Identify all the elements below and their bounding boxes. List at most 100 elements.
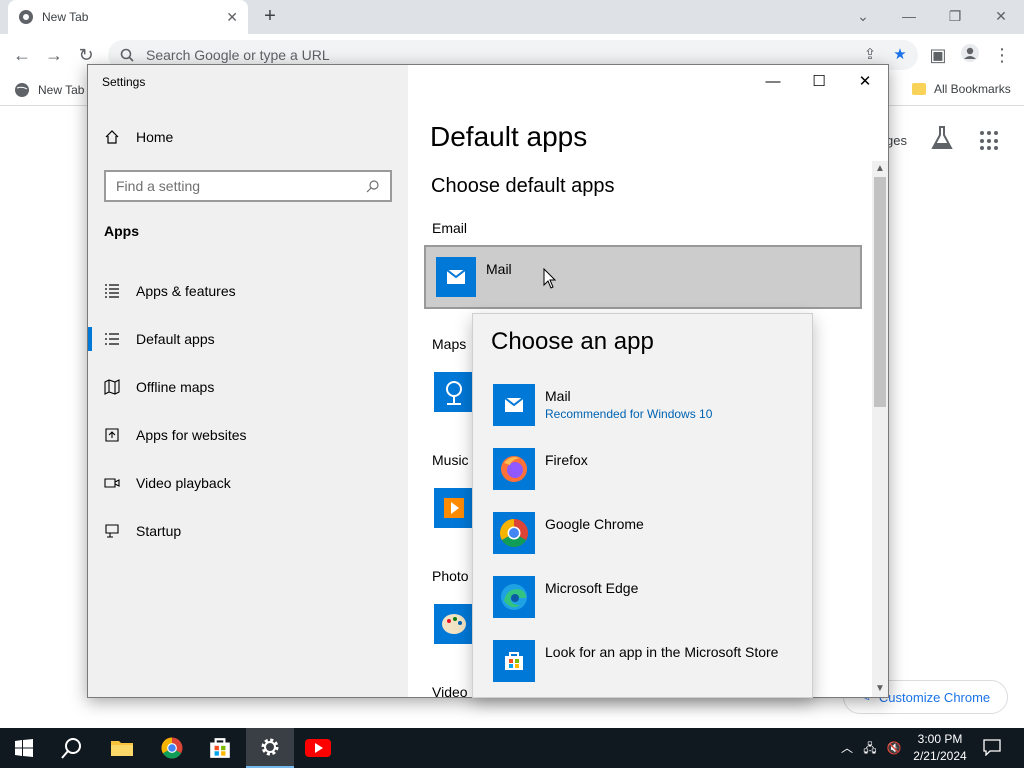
clock-date: 2/21/2024 (913, 749, 967, 763)
tab-search-icon[interactable]: ⌄ (849, 4, 877, 28)
all-bookmarks[interactable]: All Bookmarks (912, 82, 1011, 96)
photo-app-icon[interactable] (434, 604, 474, 644)
bookmark-new-tab[interactable]: New Tab (14, 82, 84, 98)
option-name: Google Chrome (545, 516, 644, 532)
sidebar-item-offline-maps[interactable]: Offline maps (88, 367, 408, 407)
chrome-taskbar-button[interactable] (148, 728, 196, 768)
startup-icon (105, 524, 119, 538)
option-firefox[interactable]: Firefox (493, 448, 793, 492)
sidebar-item-label: Startup (136, 523, 182, 539)
default-email-app-button[interactable]: Mail (424, 245, 862, 309)
browser-minimize-icon[interactable]: — (895, 4, 923, 28)
taskbar-clock[interactable]: 3:00 PM 2/21/2024 (906, 731, 974, 765)
images-link[interactable]: ges (886, 133, 907, 148)
option-microsoft-edge[interactable]: Microsoft Edge (493, 576, 793, 620)
settings-minimize-icon[interactable]: — (750, 67, 796, 97)
all-bookmarks-label: All Bookmarks (934, 82, 1011, 96)
browser-tab[interactable]: New Tab ✕ (8, 0, 248, 34)
folder-icon (912, 83, 926, 95)
settings-taskbar-button[interactable] (246, 728, 294, 768)
browser-restore-icon[interactable]: ❐ (941, 4, 969, 28)
edge-icon (493, 576, 535, 618)
video-icon (104, 478, 120, 488)
bookmark-star-icon[interactable]: ★ (888, 43, 912, 67)
side-panel-icon[interactable]: ▣ (926, 43, 950, 67)
browser-close-icon[interactable]: ✕ (987, 4, 1015, 28)
store-icon (210, 738, 230, 758)
list-icon (105, 284, 119, 298)
sidebar-item-apps-for-websites[interactable]: Apps for websites (88, 415, 408, 455)
section-heading: Choose default apps (431, 175, 615, 197)
youtube-taskbar-button[interactable] (294, 728, 342, 768)
find-setting-input[interactable]: Find a setting (104, 170, 392, 202)
taskbar: ︿ 🖧 🔇 3:00 PM 2/21/2024 (0, 728, 1024, 768)
page-title: Default apps (430, 121, 588, 152)
store-taskbar-button[interactable] (196, 728, 244, 768)
network-icon[interactable]: 🖧 (860, 738, 880, 758)
gear-icon (261, 738, 279, 756)
sidebar-home[interactable]: Home (104, 129, 173, 145)
browser-menu-icon[interactable]: ⋮ (990, 43, 1014, 67)
maps-app-icon[interactable] (434, 372, 474, 412)
show-hidden-icons-icon[interactable]: ︿ (837, 738, 857, 758)
firefox-icon (493, 448, 535, 490)
scroll-down-icon[interactable]: ▼ (872, 681, 888, 697)
google-apps-icon[interactable] (980, 131, 1000, 151)
volume-muted-icon[interactable]: 🔇 (884, 738, 904, 758)
chrome-icon (161, 737, 183, 759)
mail-icon (493, 384, 535, 426)
profile-avatar-icon[interactable] (958, 43, 982, 67)
chrome-icon (493, 512, 535, 554)
sidebar-item-label: Apps for websites (136, 427, 247, 443)
option-name: Mail (545, 388, 571, 404)
start-button[interactable] (0, 728, 48, 768)
windows-logo-icon (15, 739, 33, 757)
option-microsoft-store[interactable]: Look for an app in the Microsoft Store (493, 640, 793, 684)
option-name: Microsoft Edge (545, 580, 639, 596)
sidebar-item-label: Default apps (136, 331, 215, 347)
settings-sidebar: Settings Home Find a setting Apps Apps &… (88, 65, 408, 697)
omnibox-placeholder: Search Google or type a URL (146, 47, 330, 63)
chrome-favicon-icon (19, 10, 33, 24)
customize-chrome-label: Customize Chrome (878, 689, 991, 705)
choose-app-flyout: Choose an app Mail Recommended for Windo… (472, 313, 813, 698)
sidebar-item-label: Apps & features (136, 283, 236, 299)
option-recommendation: Recommended for Windows 10 (545, 407, 713, 421)
sidebar-item-video-playback[interactable]: Video playback (88, 463, 408, 503)
scroll-up-icon[interactable]: ▲ (872, 161, 888, 177)
back-icon[interactable]: ← (10, 43, 34, 67)
sidebar-item-startup[interactable]: Startup (88, 511, 408, 551)
option-name: Firefox (545, 452, 588, 468)
option-mail[interactable]: Mail Recommended for Windows 10 (493, 384, 793, 428)
scroll-thumb[interactable] (874, 177, 886, 407)
tab-close-icon[interactable]: ✕ (226, 9, 238, 26)
file-explorer-button[interactable] (98, 728, 146, 768)
option-name: Look for an app in the Microsoft Store (545, 644, 779, 660)
flyout-title: Choose an app (491, 328, 654, 355)
settings-close-icon[interactable]: ✕ (842, 67, 888, 97)
sidebar-item-default-apps[interactable]: Default apps (88, 319, 408, 359)
new-tab-button[interactable]: + (258, 4, 282, 28)
tab-title: New Tab (42, 10, 89, 24)
option-google-chrome[interactable]: Google Chrome (493, 512, 793, 556)
home-icon (105, 130, 119, 144)
settings-maximize-icon[interactable]: ☐ (796, 67, 842, 97)
sidebar-item-apps-features[interactable]: Apps & features (88, 271, 408, 311)
notifications-icon[interactable] (982, 738, 1002, 758)
store-icon (493, 640, 535, 682)
photo-label: Photo (432, 568, 469, 584)
video-label: Video (432, 684, 468, 698)
sidebar-item-label: Video playback (136, 475, 231, 491)
forward-icon[interactable]: → (42, 43, 66, 67)
default-email-app-name: Mail (486, 261, 512, 277)
map-icon (104, 379, 120, 395)
mouse-cursor-icon (543, 268, 557, 289)
taskbar-search-button[interactable] (48, 728, 96, 768)
music-app-icon[interactable] (434, 488, 474, 528)
settings-scrollbar[interactable]: ▲ ▼ (872, 161, 888, 697)
globe-icon (15, 83, 29, 97)
labs-flask-icon[interactable] (930, 125, 954, 151)
youtube-icon (305, 739, 331, 757)
music-label: Music (432, 452, 469, 468)
home-label: Home (136, 129, 174, 145)
